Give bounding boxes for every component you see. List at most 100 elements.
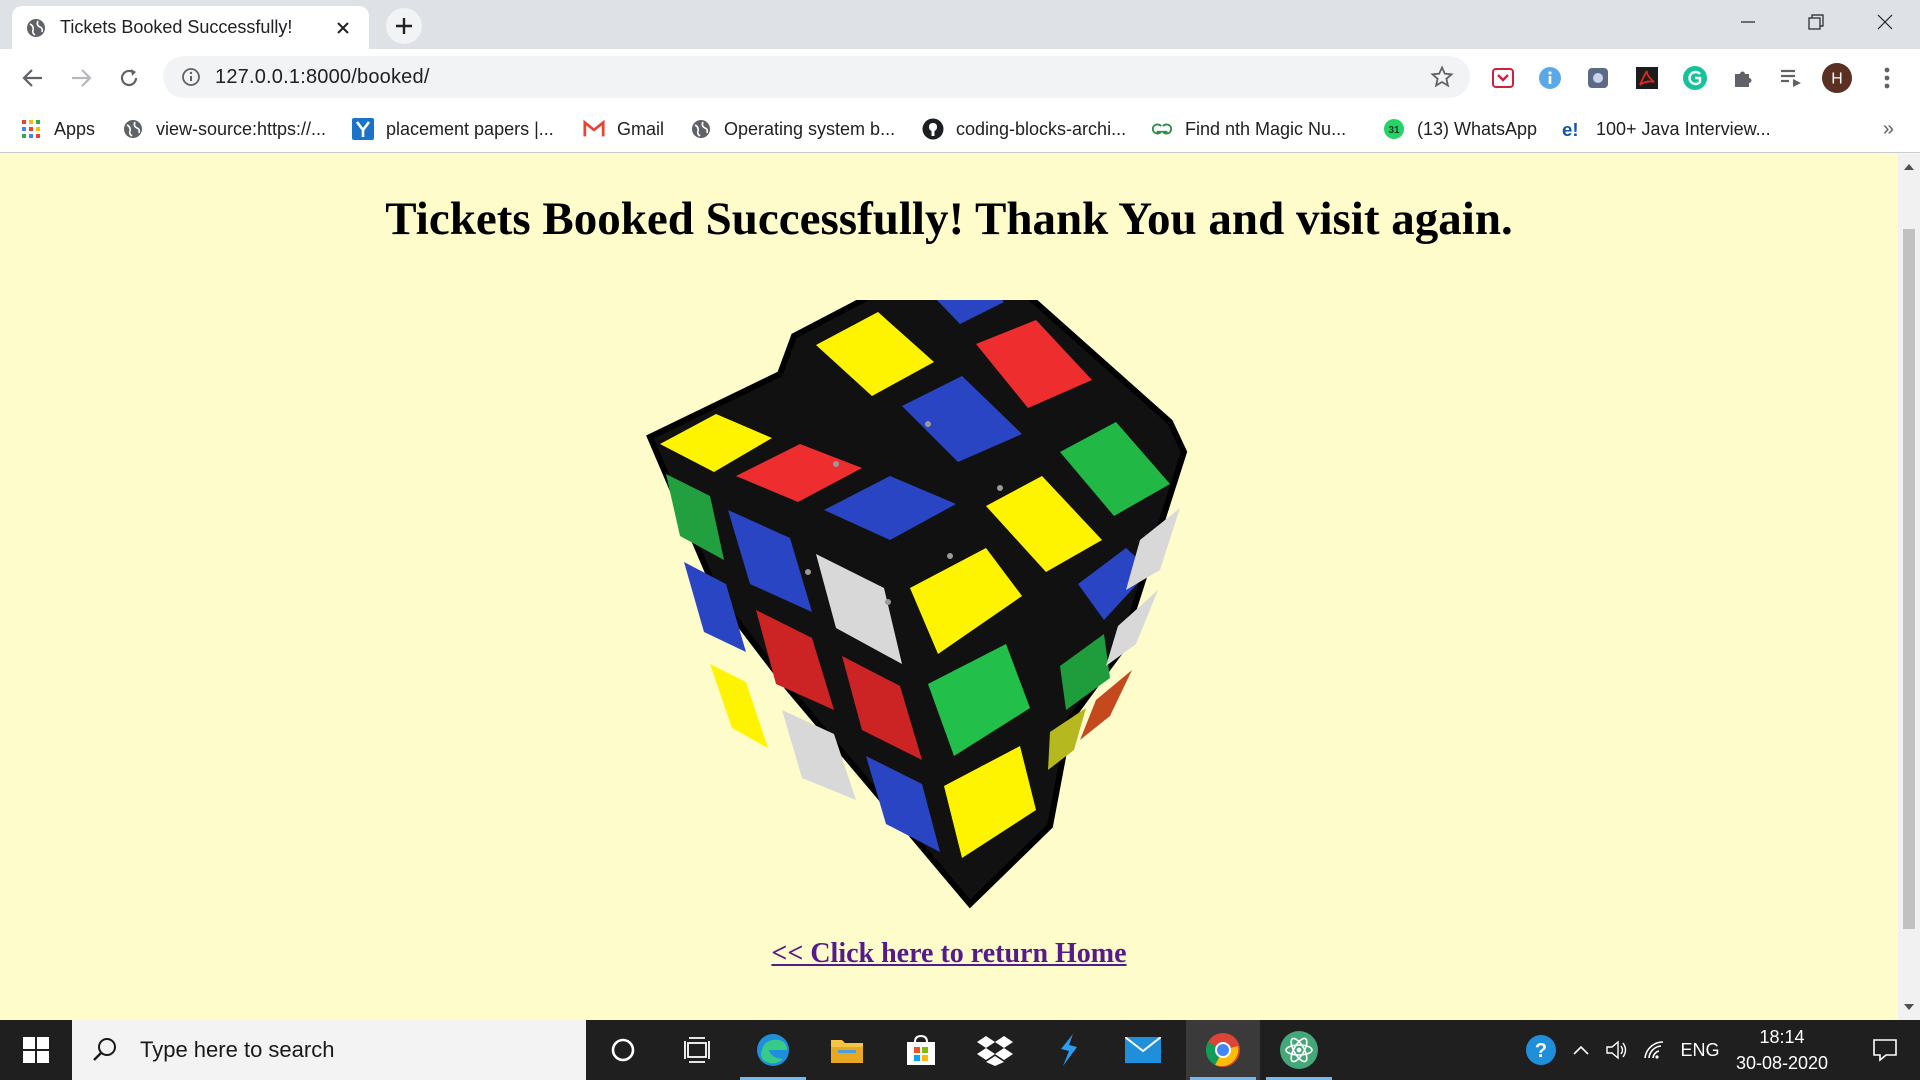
cube-sticker xyxy=(710,664,768,748)
help-tray-icon[interactable]: ? xyxy=(1520,1020,1562,1080)
file-explorer-icon[interactable] xyxy=(810,1020,884,1080)
apps-grid-icon xyxy=(20,118,42,140)
input-language[interactable]: ENG xyxy=(1676,1020,1724,1080)
bookmark-gmail[interactable]: Gmail xyxy=(583,106,664,152)
globe-icon xyxy=(122,118,144,140)
bookmark-label: coding-blocks-archi... xyxy=(956,118,1127,139)
arrow-right-icon xyxy=(72,69,92,87)
search-placeholder: Type here to search xyxy=(140,1037,335,1062)
address-bar[interactable]: 127.0.0.1:8000/booked/ xyxy=(163,56,1470,98)
search-icon xyxy=(93,1038,116,1061)
info-icon[interactable] xyxy=(181,67,201,87)
bookmark-whatsapp[interactable]: 31 (13) WhatsApp xyxy=(1383,106,1537,152)
volume-icon[interactable] xyxy=(1602,1020,1632,1080)
return-home-link[interactable]: << Click here to return Home xyxy=(0,938,1898,970)
minimize-icon xyxy=(1741,21,1755,23)
kebab-menu-icon xyxy=(1884,67,1890,89)
vscode-like-app-icon[interactable] xyxy=(1032,1020,1106,1080)
edureka-icon: e! xyxy=(1562,118,1584,140)
bookmark-label: Apps xyxy=(54,118,96,139)
grammarly-icon[interactable] xyxy=(1680,63,1710,93)
svg-text:?: ? xyxy=(1535,1040,1547,1062)
media-queue-icon[interactable] xyxy=(1776,63,1806,93)
windows-logo-icon xyxy=(23,1037,49,1063)
svg-text:31: 31 xyxy=(1388,125,1400,136)
minimize-button[interactable] xyxy=(1715,0,1781,44)
clock-date: 30-08-2020 xyxy=(1735,1053,1829,1073)
globe-icon xyxy=(690,118,712,140)
taskbar-clock[interactable]: 18:14 30-08-2020 xyxy=(1722,1020,1842,1080)
scrollbar-thumb[interactable] xyxy=(1903,229,1915,929)
mail-icon[interactable] xyxy=(1106,1020,1180,1080)
yahoo-icon xyxy=(352,118,374,140)
atom-editor-icon[interactable] xyxy=(1262,1020,1336,1080)
bookmark-label: Operating system b... xyxy=(724,118,896,139)
reload-icon xyxy=(120,69,138,87)
scroll-up-icon[interactable] xyxy=(1898,158,1920,176)
page-scrollbar[interactable] xyxy=(1898,154,1920,1020)
restore-button[interactable] xyxy=(1783,0,1849,44)
close-window-button[interactable] xyxy=(1852,0,1918,44)
bookmark-view-source[interactable]: view-source:https://... xyxy=(122,106,326,152)
chrome-menu-button[interactable] xyxy=(1872,63,1902,93)
bookmark-label: (13) WhatsApp xyxy=(1417,118,1538,139)
globe-icon xyxy=(27,18,45,37)
profile-initial: H xyxy=(1831,71,1843,88)
github-icon xyxy=(922,118,944,140)
reload-button[interactable] xyxy=(112,61,146,95)
bookmark-operating-system[interactable]: Operating system b... xyxy=(690,106,895,152)
bookmark-label: Gmail xyxy=(617,118,665,139)
start-button[interactable] xyxy=(0,1020,72,1080)
bookmark-placement-papers[interactable]: placement papers |... xyxy=(352,106,554,152)
bookmark-magic-number[interactable]: Find nth Magic Nu... xyxy=(1151,106,1346,152)
page-viewport: Tickets Booked Successfully! Thank You a… xyxy=(0,154,1898,1020)
close-tab-icon[interactable] xyxy=(331,16,355,40)
cortana-icon[interactable] xyxy=(586,1020,660,1080)
browser-toolbar: 127.0.0.1:8000/booked/ H xyxy=(0,49,1920,106)
pocket-extension-icon[interactable] xyxy=(1488,63,1518,93)
clock-time: 18:14 xyxy=(1759,1027,1805,1047)
gmail-icon xyxy=(583,118,605,140)
tab-strip: Tickets Booked Successfully! xyxy=(0,0,1920,49)
scroll-down-icon[interactable] xyxy=(1898,998,1920,1016)
chrome-taskbar-icon[interactable] xyxy=(1186,1020,1260,1080)
browser-tab[interactable]: Tickets Booked Successfully! xyxy=(12,6,369,49)
bookmark-star-icon[interactable] xyxy=(1430,65,1454,89)
extensions-puzzle-icon[interactable] xyxy=(1728,63,1758,93)
plus-icon xyxy=(396,18,412,34)
back-button[interactable] xyxy=(16,61,50,95)
forward-button[interactable] xyxy=(64,61,98,95)
url-text[interactable]: 127.0.0.1:8000/booked/ xyxy=(215,66,430,89)
notification-center-icon[interactable] xyxy=(1850,1020,1920,1080)
bookmark-label: placement papers |... xyxy=(386,118,554,139)
wifi-icon[interactable] xyxy=(1640,1020,1670,1080)
bookmark-label: 100+ Java Interview... xyxy=(1596,118,1771,139)
bookmarks-bar: Apps view-source:https://... placement p… xyxy=(0,106,1920,153)
dropbox-icon[interactable] xyxy=(958,1020,1032,1080)
info-extension-icon[interactable] xyxy=(1535,63,1565,93)
edge-browser-icon[interactable] xyxy=(736,1020,810,1080)
adobe-acrobat-icon[interactable] xyxy=(1632,63,1662,93)
profile-avatar[interactable]: H xyxy=(1822,63,1852,93)
rubiks-cube-image xyxy=(646,300,1188,909)
bookmark-java-interview[interactable]: e! 100+ Java Interview... xyxy=(1562,106,1771,152)
restore-icon xyxy=(1808,14,1824,30)
microsoft-store-icon[interactable] xyxy=(884,1020,958,1080)
page-title: Tickets Booked Successfully! Thank You a… xyxy=(385,193,1513,245)
arrow-left-icon xyxy=(22,69,42,87)
more-bookmarks-icon[interactable]: » xyxy=(1883,118,1894,141)
svg-text:e!: e! xyxy=(1562,119,1579,140)
show-hidden-icons-icon[interactable] xyxy=(1566,1020,1596,1080)
close-icon xyxy=(1877,14,1893,30)
task-view-icon[interactable] xyxy=(660,1020,734,1080)
puzzle-extension-icon[interactable] xyxy=(1583,63,1613,93)
bookmark-apps[interactable]: Apps xyxy=(20,106,95,152)
bookmark-coding-blocks[interactable]: coding-blocks-archi... xyxy=(922,106,1126,152)
windows-taskbar: Type here to search ? ENG 18:14 30-08-20… xyxy=(0,1020,1920,1080)
new-tab-button[interactable] xyxy=(386,8,422,44)
bookmark-label: Find nth Magic Nu... xyxy=(1185,118,1347,139)
bookmark-label: view-source:https://... xyxy=(156,118,327,139)
tab-title: Tickets Booked Successfully! xyxy=(60,17,293,37)
taskbar-search[interactable]: Type here to search xyxy=(72,1020,586,1080)
whatsapp-icon: 31 xyxy=(1383,118,1405,140)
